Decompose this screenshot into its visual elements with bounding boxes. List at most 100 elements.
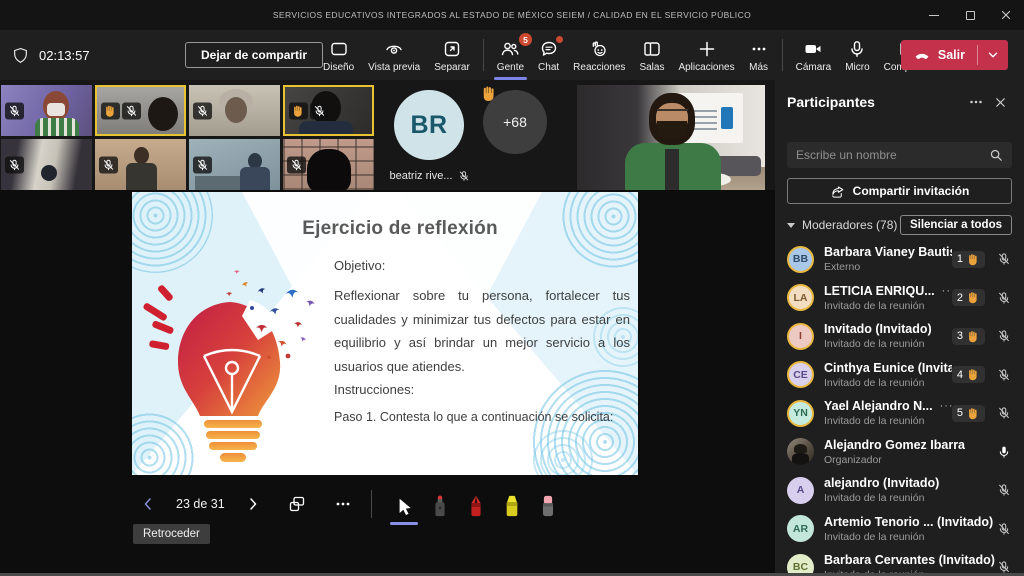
- participant-video-tile[interactable]: [189, 139, 280, 190]
- slide-step-text: Paso 1. Contesta lo que a continuación s…: [334, 410, 613, 424]
- slide-page-indicator: 23 de 31: [176, 497, 225, 511]
- toolbar-item-salas[interactable]: Salas: [632, 34, 671, 76]
- toolbar-item-diseno[interactable]: Diseño: [316, 34, 361, 76]
- share-invite-button[interactable]: Compartir invitación: [787, 178, 1012, 204]
- eraser-tool-icon[interactable]: [530, 489, 566, 519]
- toolbar-item-vista-previa[interactable]: Vista previa: [361, 34, 427, 76]
- reactions-icon: [589, 39, 609, 59]
- participant-video-tile[interactable]: [189, 85, 280, 136]
- participant-video-tile[interactable]: [1, 85, 92, 136]
- panel-close-icon[interactable]: [988, 90, 1012, 114]
- toolbar-item-gente[interactable]: Gente 5: [490, 34, 531, 76]
- participant-video-tile[interactable]: [95, 139, 186, 190]
- raised-hand-badge: 1: [952, 251, 985, 268]
- mic-off-icon: [122, 102, 141, 119]
- previous-slide-icon[interactable]: [136, 492, 160, 516]
- participant-row[interactable]: BB Barbara Vianey Bautista ... Externo 1: [787, 240, 1012, 279]
- mic-off-icon[interactable]: [996, 522, 1012, 536]
- section-collapse-icon[interactable]: [787, 223, 795, 228]
- chat-notification-dot: [556, 36, 563, 43]
- participant-row[interactable]: CE Cinthya Eunice (Invitado) Invitado de…: [787, 356, 1012, 395]
- shared-presentation-slide: Ejercicio de reflexión Objetivo: Reflexi…: [132, 192, 638, 475]
- close-icon[interactable]: [988, 0, 1024, 30]
- slide-grid-icon[interactable]: [283, 490, 311, 518]
- pointer-tool-icon[interactable]: [386, 489, 422, 519]
- toolbar-item-separar[interactable]: Separar: [427, 34, 477, 76]
- moderators-section-label: Moderadores (78): [802, 218, 900, 232]
- mic-off-icon[interactable]: [996, 291, 1012, 305]
- yellow-highlighter-tool-icon[interactable]: [494, 489, 530, 519]
- toolbar-divider: [782, 39, 783, 71]
- more-icon: [749, 39, 769, 59]
- stop-sharing-button[interactable]: Dejar de compartir: [185, 42, 323, 68]
- overflow-participants[interactable]: +68: [483, 90, 553, 160]
- participant-video-tile-hand-raised[interactable]: [283, 85, 374, 136]
- mic-on-icon[interactable]: [996, 445, 1012, 459]
- red-pen-tool-icon[interactable]: [458, 489, 494, 519]
- search-input[interactable]: [796, 148, 989, 162]
- mic-off-icon: [458, 170, 470, 182]
- avatar-photo: [787, 438, 814, 465]
- participant-row[interactable]: YN Yael Alejandro N...··· Invitado de la…: [787, 394, 1012, 433]
- toolbar-item-chat[interactable]: Chat: [531, 34, 566, 76]
- row-more-dots[interactable]: ···: [940, 400, 952, 412]
- participant-name: beatriz rive...: [390, 170, 453, 182]
- presenter-video-tile[interactable]: [577, 85, 765, 190]
- more-options-icon[interactable]: [329, 490, 357, 518]
- participant-row[interactable]: LA LETICIA ENRIQU...··· Invitado de la r…: [787, 279, 1012, 318]
- participant-video-tile-hand-raised[interactable]: [95, 85, 186, 136]
- popout-icon: [442, 39, 462, 59]
- next-slide-icon[interactable]: [241, 492, 265, 516]
- participant-row[interactable]: BC Barbara Cervantes (Invitado) Invitado…: [787, 548, 1012, 576]
- avatar: CE: [787, 361, 814, 388]
- participants-panel: Participantes Compartir invitación Moder…: [775, 80, 1024, 576]
- minimize-icon[interactable]: [916, 0, 952, 30]
- row-more-dots[interactable]: ···: [942, 285, 952, 297]
- slide-title: Ejercicio de reflexión: [192, 218, 608, 240]
- toolbar-item-mas[interactable]: Más: [742, 34, 776, 76]
- panel-title: Participantes: [787, 94, 964, 110]
- toolbar-item-aplicaciones[interactable]: Aplicaciones: [671, 34, 741, 76]
- participant-row[interactable]: Alejandro Gomez Ibarra Organizador: [787, 433, 1012, 472]
- toolbar-item-camara[interactable]: Cámara: [789, 34, 839, 76]
- layout-icon: [329, 39, 349, 59]
- participant-row[interactable]: A alejandro (Invitado) Invitado de la re…: [787, 471, 1012, 510]
- camera-icon: [803, 39, 823, 59]
- avatar: YN: [787, 400, 814, 427]
- participant-video-tile[interactable]: [1, 139, 92, 190]
- mic-off-icon[interactable]: [996, 368, 1012, 382]
- leave-button[interactable]: Salir: [901, 40, 1008, 70]
- slide-objective-label: Objetivo:: [334, 258, 385, 273]
- leave-options-chevron-icon[interactable]: [978, 48, 1008, 62]
- mic-off-icon: [5, 102, 24, 119]
- mic-off-icon: [310, 102, 329, 119]
- participant-filmstrip: BR beatriz rive... +68: [0, 80, 775, 190]
- mic-off-icon: [193, 156, 212, 173]
- participant-row[interactable]: I Invitado (Invitado) Invitado de la reu…: [787, 317, 1012, 356]
- mic-off-icon: [99, 156, 118, 173]
- laser-pointer-tool-icon[interactable]: [422, 489, 458, 519]
- mute-all-button[interactable]: Silenciar a todos: [900, 215, 1012, 235]
- panel-more-icon[interactable]: [964, 90, 988, 114]
- audio-participant[interactable]: BR beatriz rive...: [378, 86, 482, 186]
- window-titlebar: SERVICIOS EDUCATIVOS INTEGRADOS AL ESTAD…: [0, 0, 1024, 30]
- slide-instructions-label: Instrucciones:: [334, 382, 414, 397]
- mic-off-icon[interactable]: [996, 252, 1012, 266]
- mic-off-icon: [5, 156, 24, 173]
- participant-search[interactable]: [787, 142, 1012, 168]
- chat-icon: [539, 39, 559, 59]
- avatar: AR: [787, 515, 814, 542]
- participant-video-tile[interactable]: [283, 139, 374, 190]
- raised-hand-badge: 4: [952, 366, 985, 383]
- mic-off-icon[interactable]: [996, 483, 1012, 497]
- participant-list: BB Barbara Vianey Bautista ... Externo 1…: [787, 240, 1012, 576]
- avatar: LA: [787, 284, 814, 311]
- maximize-icon[interactable]: [952, 0, 988, 30]
- toolbar-item-reacciones[interactable]: Reacciones: [566, 34, 632, 76]
- mic-off-icon[interactable]: [996, 329, 1012, 343]
- mic-off-icon: [193, 102, 212, 119]
- toolbar-item-micro[interactable]: Micro: [838, 34, 876, 76]
- participant-row[interactable]: AR Artemio Tenorio ... (Invitado) Invita…: [787, 510, 1012, 549]
- avatar: BR: [394, 90, 464, 160]
- mic-off-icon[interactable]: [996, 406, 1012, 420]
